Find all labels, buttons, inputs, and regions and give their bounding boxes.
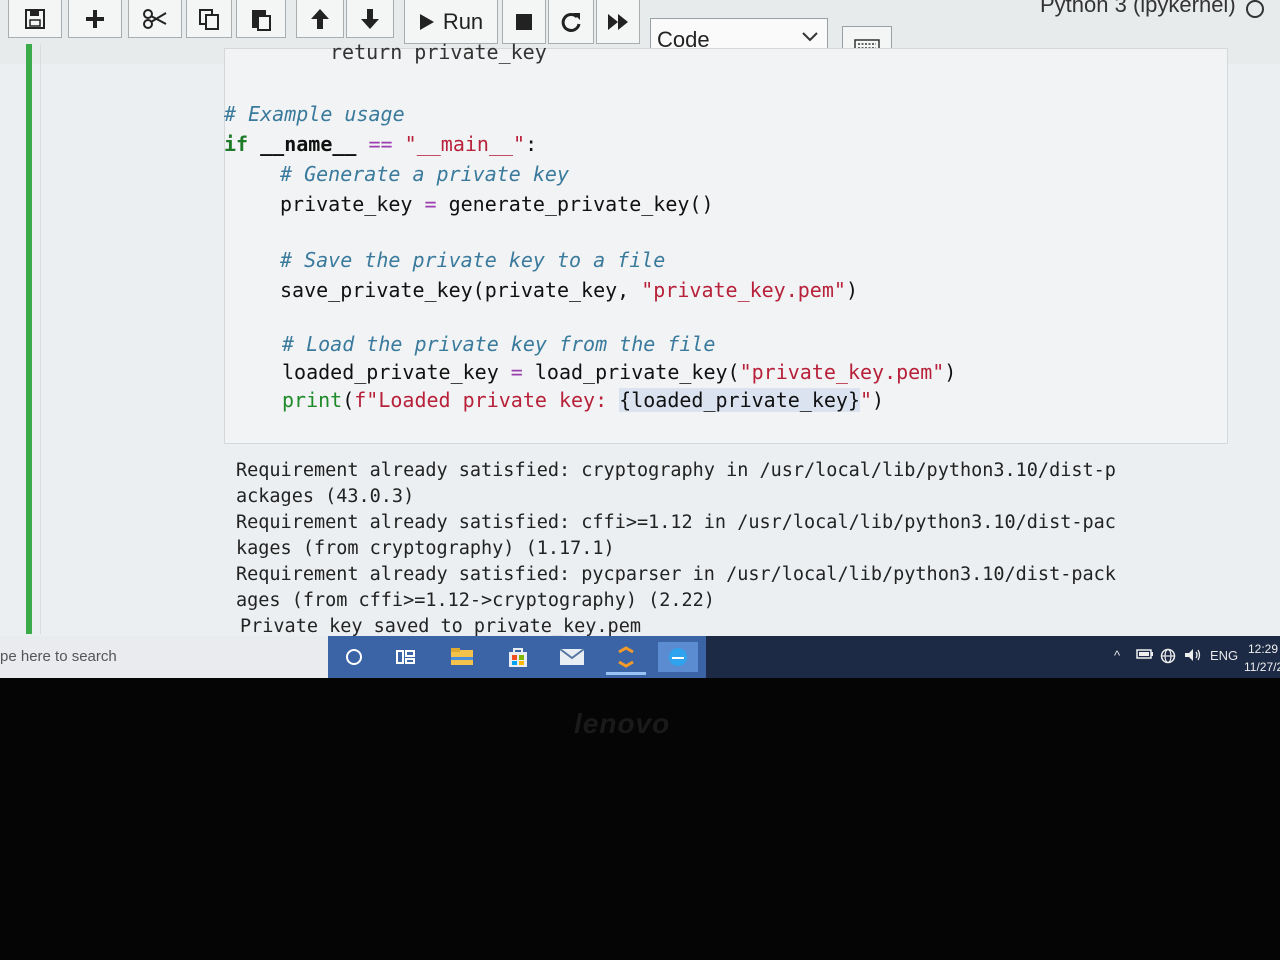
output-line: ages (from cffi>=1.12->cryptography) (2.…: [236, 590, 715, 611]
code-text: ): [872, 388, 885, 412]
string: "__main__": [404, 132, 526, 156]
volume-icon[interactable]: [1184, 648, 1202, 665]
code-text: ): [845, 278, 858, 302]
output-line: Private key saved to private_key.pem: [240, 616, 641, 637]
arrow-down-icon: [361, 8, 379, 29]
task-view-button[interactable]: [386, 642, 426, 672]
cortana-icon: [346, 649, 362, 665]
output-line: ackages (43.0.3): [236, 486, 415, 507]
operator: =: [424, 192, 437, 216]
code-text: save_private_key(private_key,: [280, 278, 642, 302]
restart-run-all-button[interactable]: [596, 0, 640, 44]
chevron-up-icon[interactable]: ^: [1114, 648, 1120, 663]
cortana-button[interactable]: [334, 642, 374, 672]
output-line: Requirement already satisfied: cffi>=1.1…: [236, 512, 1116, 533]
copy-icon: [199, 8, 219, 30]
code-text: load_private_key(: [522, 360, 740, 384]
mail-icon: [559, 648, 585, 665]
store-button[interactable]: [498, 642, 538, 672]
play-icon: [419, 13, 434, 30]
code-line: # Save the private key to a file: [280, 248, 665, 272]
operator: ==: [368, 132, 393, 156]
colon: :: [525, 132, 538, 156]
folder-icon: [451, 648, 473, 665]
output-line: kages (from cryptography) (1.17.1): [236, 538, 615, 559]
comment: # Save the private key to a file: [280, 248, 666, 272]
interrupt-button[interactable]: [502, 0, 546, 44]
app-button[interactable]: [606, 642, 646, 675]
move-up-button[interactable]: [296, 0, 344, 38]
string: ": [860, 388, 873, 412]
cell-selected-indicator: [26, 44, 32, 634]
keyword-if: if: [224, 132, 249, 156]
code-line: print(f"Loaded private key: {loaded_priv…: [282, 388, 884, 412]
store-icon: [509, 648, 527, 667]
restart-icon: [561, 12, 581, 32]
fast-forward-icon: [608, 13, 628, 30]
mail-button[interactable]: [552, 642, 592, 672]
kernel-status-indicator: [1246, 0, 1264, 18]
code-line: private_key = generate_private_key(): [280, 192, 714, 216]
comment: # Example usage: [224, 102, 405, 126]
code-line: # Generate a private key: [280, 162, 569, 186]
code-line: # Load the private key from the file: [282, 332, 715, 356]
code-line-partial: return private_key: [330, 40, 547, 64]
battery-icon[interactable]: [1136, 648, 1154, 663]
browser-button[interactable]: [658, 642, 698, 672]
string: "private_key.pem": [739, 360, 945, 384]
output-line: Requirement already satisfied: cryptogra…: [236, 460, 1116, 481]
language-indicator[interactable]: ENG: [1210, 648, 1238, 663]
paste-button[interactable]: [236, 0, 286, 38]
cut-icon: [143, 8, 167, 29]
comment: # Load the private key from the file: [282, 332, 716, 356]
search-placeholder: pe here to search: [0, 648, 117, 665]
laptop-screen: Run Code Python 3 (ipykernel) return pri…: [0, 0, 1280, 678]
code-line: if __name__ == "__main__":: [224, 132, 537, 156]
comment: # Generate a private key: [280, 162, 569, 186]
code-line: loaded_private_key = load_private_key("p…: [282, 360, 956, 384]
arrow-up-icon: [311, 8, 329, 29]
clock-date[interactable]: 11/27/2: [1244, 660, 1280, 674]
kernel-name: Python 3 (ipykernel): [1040, 0, 1236, 17]
output-line: Requirement already satisfied: pycparser…: [236, 564, 1116, 585]
run-label: Run: [442, 8, 484, 34]
paste-icon: [252, 9, 271, 31]
chevron-down-icon: [802, 32, 818, 42]
copy-button[interactable]: [186, 0, 232, 38]
taskbar-search-box[interactable]: pe here to search: [0, 636, 328, 678]
stop-icon: [516, 13, 532, 30]
string: f"Loaded private key:: [354, 388, 620, 412]
builtin-print: print: [282, 388, 343, 412]
operator: =: [510, 360, 523, 384]
task-view-icon: [396, 650, 415, 664]
code-text: ): [944, 360, 957, 384]
network-icon[interactable]: [1160, 648, 1176, 667]
edge-icon: [669, 648, 687, 666]
run-button[interactable]: Run: [404, 0, 498, 44]
clock-time[interactable]: 12:29: [1248, 642, 1278, 656]
taskbar-apps: [328, 636, 706, 678]
code-line: save_private_key(private_key, "private_k…: [280, 278, 858, 302]
save-button[interactable]: [8, 0, 62, 38]
laptop-brand-logo: lenovo: [574, 708, 671, 739]
save-icon: [25, 8, 45, 29]
restart-button[interactable]: [548, 0, 594, 44]
code-line: # Example usage: [224, 102, 405, 126]
cut-button[interactable]: [128, 0, 182, 38]
code-text: generate_private_key(): [436, 192, 714, 216]
fstring-expression: {loaded_private_key}: [619, 388, 860, 412]
insert-cell-button[interactable]: [68, 0, 122, 38]
windows-taskbar: pe here to search ^ ENG 12:29 11/27/2: [0, 636, 1280, 678]
move-down-button[interactable]: [346, 0, 394, 38]
name-variable: __name__: [260, 132, 357, 156]
code-text: loaded_private_key: [282, 360, 511, 384]
code-text: private_key: [280, 192, 425, 216]
app-icon: [618, 646, 634, 668]
code-text: (: [342, 388, 355, 412]
file-explorer-button[interactable]: [442, 642, 482, 672]
string: "private_key.pem": [641, 278, 846, 302]
add-icon: [86, 9, 104, 28]
